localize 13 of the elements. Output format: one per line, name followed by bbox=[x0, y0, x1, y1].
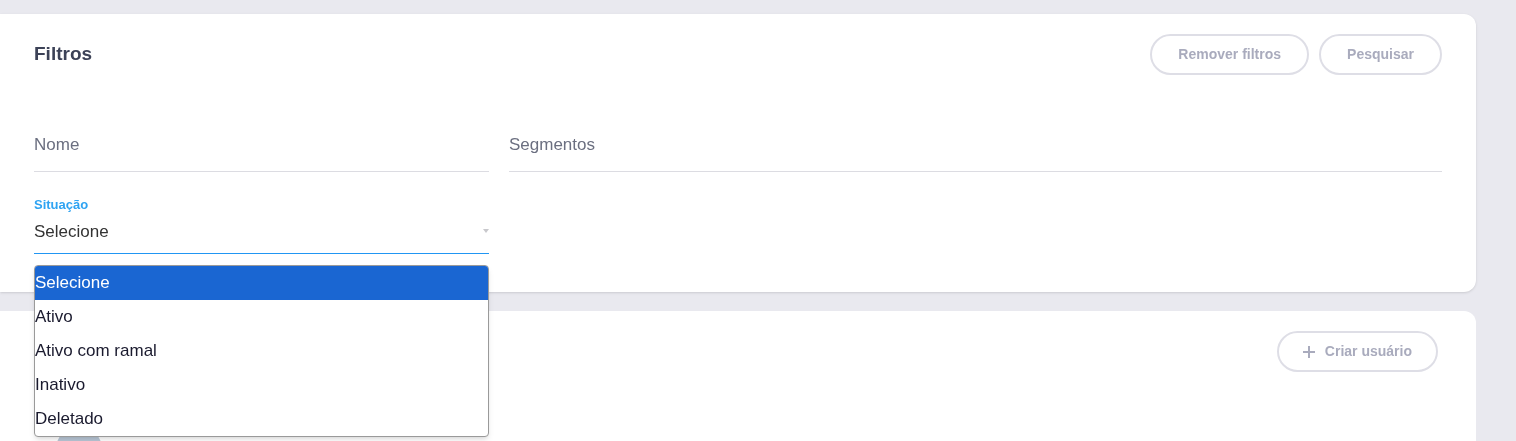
dropdown-option[interactable]: Selecione bbox=[35, 266, 488, 300]
select-value: Selecione bbox=[34, 220, 109, 243]
select-field[interactable]: Situação Selecione bbox=[34, 192, 489, 254]
dropdown-option[interactable]: Ativo com ramal bbox=[35, 334, 488, 368]
dropdown-option[interactable]: Deletado bbox=[35, 402, 488, 436]
field-label: Situação bbox=[34, 196, 90, 214]
caret-icon bbox=[483, 229, 489, 234]
card-title: Filtros bbox=[34, 42, 93, 67]
input-field[interactable]: Nome bbox=[34, 118, 489, 172]
dropdown-option[interactable]: Inativo bbox=[35, 368, 488, 402]
input-field[interactable]: Segmentos bbox=[509, 118, 1442, 172]
plus-icon bbox=[1302, 345, 1315, 358]
dropdown-option[interactable]: Ativo bbox=[35, 300, 488, 334]
